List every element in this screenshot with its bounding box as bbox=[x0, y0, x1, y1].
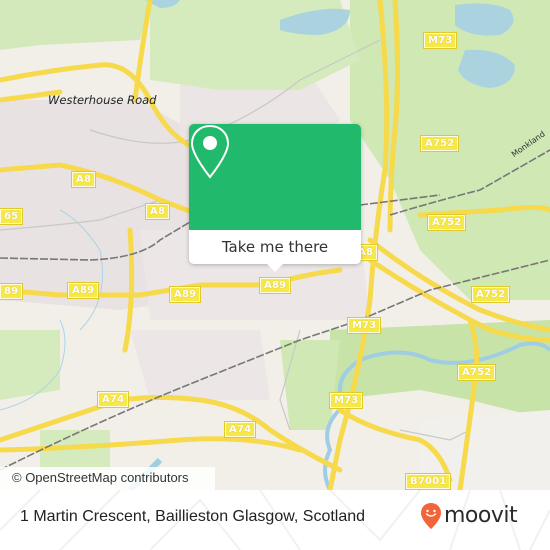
map-pin-icon bbox=[190, 124, 230, 179]
road-label-a752: A752 bbox=[426, 214, 467, 231]
road-label-a8: A8 bbox=[70, 171, 97, 188]
road-label-a89: A89 bbox=[258, 277, 292, 294]
popup-header bbox=[189, 124, 361, 230]
road-label-a752: A752 bbox=[419, 135, 460, 152]
road-label-a74: A74 bbox=[223, 421, 257, 438]
road-label-a89: A89 bbox=[168, 286, 202, 303]
road-label-m73: M73 bbox=[422, 32, 458, 49]
road-label-a74: A74 bbox=[96, 391, 130, 408]
popup-pointer bbox=[266, 263, 284, 272]
road-label-m73: M73 bbox=[328, 392, 364, 409]
footer-bar: 1 Martin Crescent, Baillieston Glasgow, … bbox=[0, 490, 550, 550]
road-label-a89: A89 bbox=[66, 282, 100, 299]
road-label-a65: 65 bbox=[0, 208, 24, 225]
take-me-there-button[interactable]: Take me there bbox=[189, 230, 361, 264]
moovit-pin-icon bbox=[421, 503, 441, 529]
road-label-a8: A8 bbox=[144, 203, 171, 220]
map-attribution[interactable]: © OpenStreetMap contributors bbox=[0, 467, 215, 490]
road-label-a89: 89 bbox=[0, 283, 24, 300]
moovit-wordmark: moovit bbox=[444, 503, 518, 528]
address-text: 1 Martin Crescent, Baillieston Glasgow, … bbox=[20, 508, 366, 525]
road-label-b7001: B7001 bbox=[404, 473, 452, 490]
map-canvas[interactable]: Westerhouse Road Monkland M73 A752 A8 A8… bbox=[0, 0, 550, 490]
moovit-logo[interactable]: moovit bbox=[420, 502, 518, 530]
place-label-westerhouse-road: Westerhouse Road bbox=[48, 93, 157, 107]
road-label-a752: A752 bbox=[456, 364, 497, 381]
road-label-m73: M73 bbox=[346, 317, 382, 334]
map-widget: Westerhouse Road Monkland M73 A752 A8 A8… bbox=[0, 0, 550, 550]
location-popup: Take me there bbox=[189, 124, 361, 272]
road-label-a752: A752 bbox=[470, 286, 511, 303]
